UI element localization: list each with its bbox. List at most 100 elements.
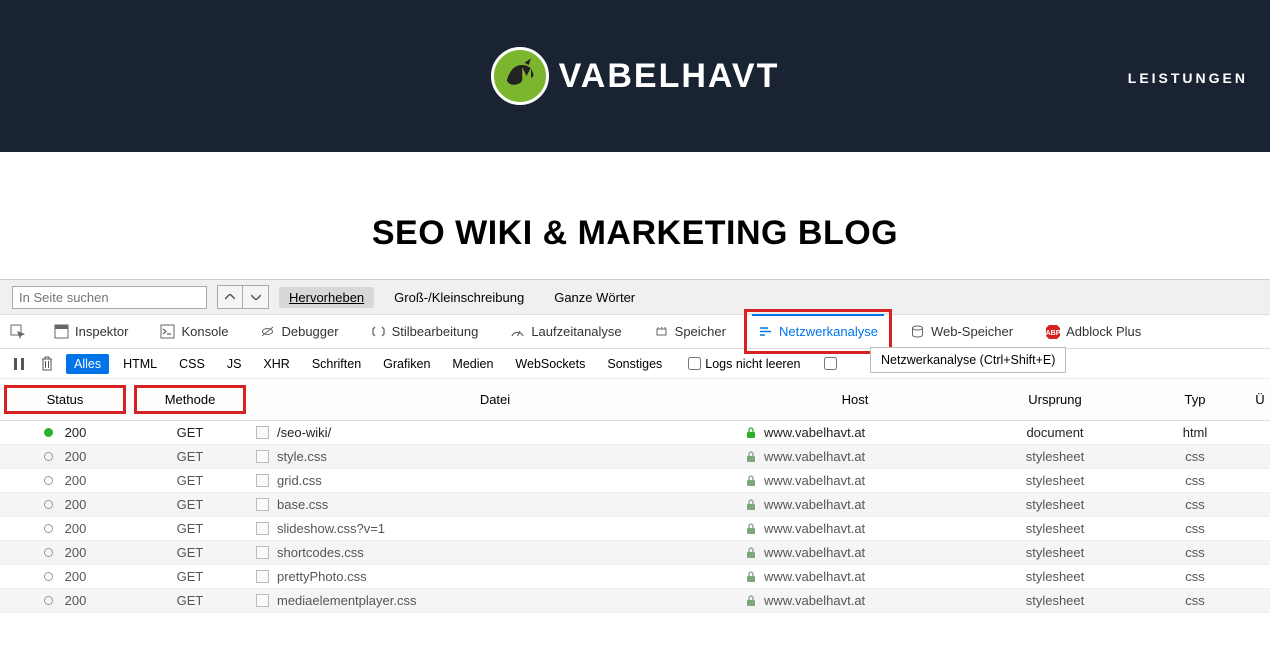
- filter-grafiken[interactable]: Grafiken: [375, 354, 438, 374]
- inspect-element-icon[interactable]: [10, 324, 26, 340]
- file-type-icon: [256, 450, 269, 463]
- tab-label: Stilbearbeitung: [392, 324, 479, 339]
- tab-label: Speicher: [675, 324, 726, 339]
- trash-icon[interactable]: [38, 355, 56, 373]
- table-row[interactable]: 200GETstyle.csswww.vabelhavt.atstyleshee…: [0, 445, 1270, 469]
- status-code: 200: [65, 425, 87, 440]
- host-name: www.vabelhavt.at: [764, 569, 865, 584]
- origin-cell: document: [970, 421, 1140, 445]
- find-prev-button[interactable]: [217, 285, 243, 309]
- type-cell: css: [1140, 541, 1250, 565]
- tab-performance[interactable]: Laufzeitanalyse: [506, 315, 625, 348]
- findbar: Hervorheben Groß-/Kleinschreibung Ganze …: [0, 279, 1270, 315]
- inspector-icon: [54, 324, 69, 339]
- table-row[interactable]: 200GETbase.csswww.vabelhavt.atstylesheet…: [0, 493, 1270, 517]
- status-code: 200: [65, 497, 87, 512]
- filter-medien[interactable]: Medien: [444, 354, 501, 374]
- find-wholewords-toggle[interactable]: Ganze Wörter: [544, 287, 645, 308]
- status-dot-icon: [44, 428, 53, 437]
- method-cell: GET: [130, 493, 250, 517]
- table-row[interactable]: 200GETprettyPhoto.csswww.vabelhavt.atsty…: [0, 565, 1270, 589]
- table-row[interactable]: 200GETslideshow.css?v=1www.vabelhavt.ats…: [0, 517, 1270, 541]
- lock-icon: [746, 523, 756, 535]
- col-file-header[interactable]: Datei: [250, 379, 740, 421]
- logo[interactable]: VABELHAVT: [491, 47, 780, 105]
- type-cell: css: [1140, 493, 1250, 517]
- find-input[interactable]: [12, 286, 207, 309]
- tab-memory[interactable]: Speicher: [650, 315, 730, 348]
- file-name: slideshow.css?v=1: [277, 521, 385, 536]
- col-status-header[interactable]: Status: [4, 385, 126, 414]
- nav-leistungen[interactable]: LEISTUNGEN: [1128, 70, 1248, 86]
- tab-label: Debugger: [281, 324, 338, 339]
- find-next-button[interactable]: [243, 285, 269, 309]
- type-cell: css: [1140, 469, 1250, 493]
- debugger-icon: [260, 324, 275, 339]
- filter-all[interactable]: Alles: [66, 354, 109, 374]
- tab-network[interactable]: Netzwerkanalyse: [754, 315, 882, 348]
- status-code: 200: [65, 569, 87, 584]
- origin-cell: stylesheet: [970, 469, 1140, 493]
- tab-styleeditor[interactable]: Stilbearbeitung: [367, 315, 483, 348]
- filter-html[interactable]: HTML: [115, 354, 165, 374]
- host-name: www.vabelhavt.at: [764, 449, 865, 464]
- filter-css[interactable]: CSS: [171, 354, 213, 374]
- tab-console[interactable]: Konsole: [156, 315, 232, 348]
- filter-js[interactable]: JS: [219, 354, 250, 374]
- origin-cell: stylesheet: [970, 445, 1140, 469]
- filter-schriften[interactable]: Schriften: [304, 354, 369, 374]
- col-type-header[interactable]: Typ: [1140, 379, 1250, 421]
- method-cell: GET: [130, 565, 250, 589]
- col-origin-header[interactable]: Ursprung: [970, 379, 1140, 421]
- filterbar: Alles HTML CSS JSXHR Schriften Grafiken Medie…: [0, 349, 1270, 379]
- tab-debugger[interactable]: Debugger: [256, 315, 342, 348]
- col-method-header[interactable]: Methode: [134, 385, 246, 414]
- extra-check[interactable]: [824, 357, 837, 370]
- origin-cell: stylesheet: [970, 541, 1140, 565]
- find-matchcase-toggle[interactable]: Groß-/Kleinschreibung: [384, 287, 534, 308]
- storage-icon: [910, 324, 925, 339]
- type-cell: html: [1140, 421, 1250, 445]
- lock-icon: [746, 427, 756, 439]
- persist-logs-check[interactable]: Logs nicht leeren: [688, 357, 800, 371]
- host-name: www.vabelhavt.at: [764, 521, 865, 536]
- host-name: www.vabelhavt.at: [764, 425, 865, 440]
- tab-label: Netzwerkanalyse: [779, 324, 878, 339]
- type-cell: css: [1140, 589, 1250, 613]
- method-cell: GET: [130, 445, 250, 469]
- tab-label: Inspektor: [75, 324, 128, 339]
- lock-icon: [746, 547, 756, 559]
- lock-icon: [746, 595, 756, 607]
- persist-logs-checkbox[interactable]: [688, 357, 701, 370]
- file-name: prettyPhoto.css: [277, 569, 367, 584]
- tab-inspector[interactable]: Inspektor: [50, 315, 132, 348]
- col-host-header[interactable]: Host: [740, 379, 970, 421]
- file-name: /seo-wiki/: [277, 425, 331, 440]
- extra-checkbox[interactable]: [824, 357, 837, 370]
- filter-websockets[interactable]: WebSockets: [507, 354, 593, 374]
- filter-xhr[interactable]: XHR: [255, 354, 297, 374]
- lock-icon: [746, 499, 756, 511]
- status-dot-icon: [44, 572, 53, 581]
- table-row[interactable]: 200GETmediaelementplayer.csswww.vabelhav…: [0, 589, 1270, 613]
- file-name: mediaelementplayer.css: [277, 593, 416, 608]
- tab-storage[interactable]: Web-Speicher: [906, 315, 1017, 348]
- status-dot-icon: [44, 476, 53, 485]
- devtools-tabs: Inspektor Konsole Debugger Stilbearbeitu…: [0, 315, 1270, 349]
- table-row[interactable]: 200GETshortcodes.csswww.vabelhavt.atstyl…: [0, 541, 1270, 565]
- lock-icon: [746, 475, 756, 487]
- console-icon: [160, 324, 175, 339]
- origin-cell: stylesheet: [970, 493, 1140, 517]
- pause-icon[interactable]: [10, 355, 28, 373]
- network-tooltip: Netzwerkanalyse (Ctrl+Shift+E): [870, 347, 1066, 373]
- host-name: www.vabelhavt.at: [764, 497, 865, 512]
- styleeditor-icon: [371, 324, 386, 339]
- table-row[interactable]: 200GETgrid.csswww.vabelhavt.atstylesheet…: [0, 469, 1270, 493]
- filter-sonstiges[interactable]: Sonstiges: [599, 354, 670, 374]
- table-row[interactable]: 200GET/seo-wiki/www.vabelhavt.atdocument…: [0, 421, 1270, 445]
- col-last-header[interactable]: Ü: [1250, 379, 1270, 421]
- status-dot-icon: [44, 548, 53, 557]
- find-highlight-toggle[interactable]: Hervorheben: [279, 287, 374, 308]
- file-type-icon: [256, 594, 269, 607]
- tab-adblock[interactable]: ABP Adblock Plus: [1041, 315, 1145, 348]
